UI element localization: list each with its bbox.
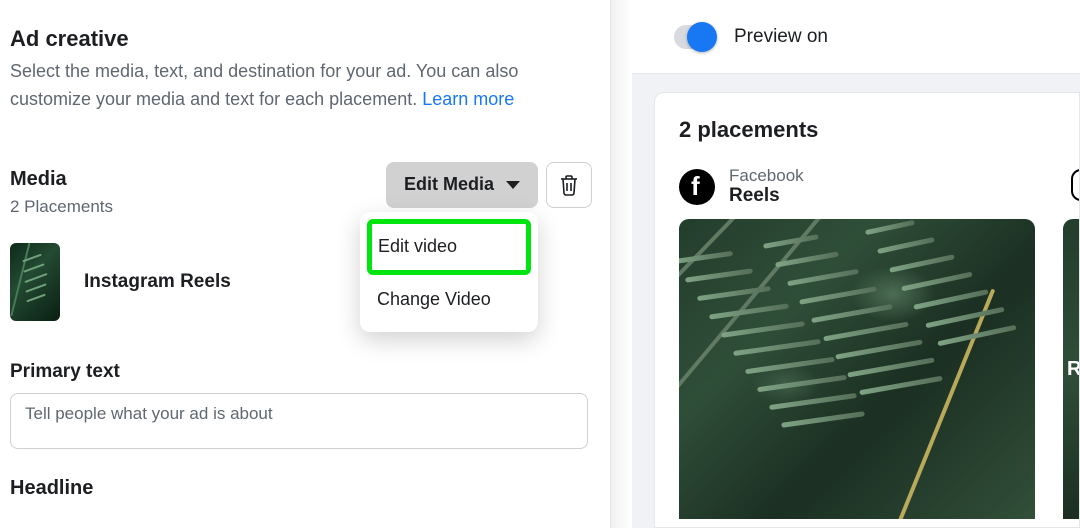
instagram-icon [1071, 169, 1080, 201]
preview-bar: Preview on [632, 0, 1080, 74]
primary-text-section: Primary text Tell people what your ad is… [10, 361, 598, 449]
learn-more-link[interactable]: Learn more [422, 89, 514, 109]
placement-preview-media: R [1063, 219, 1080, 519]
placements-card: 2 placements Facebook Reels [654, 92, 1080, 528]
dropdown-edit-video[interactable]: Edit video [367, 219, 531, 275]
facebook-icon [679, 169, 715, 205]
dropdown-change-video[interactable]: Change Video [367, 275, 531, 325]
ad-creative-panel: Ad creative Select the media, text, and … [0, 0, 608, 528]
preview-panel: Preview on 2 placements Facebook Reels [632, 0, 1080, 528]
media-thumbnail [10, 243, 60, 321]
placement-preview-media [679, 219, 1035, 519]
section-description: Select the media, text, and destination … [10, 58, 598, 114]
edit-media-dropdown: Edit video Change Video [360, 212, 538, 332]
placement-type: Reels [729, 185, 804, 207]
panel-divider [610, 0, 632, 528]
placement-instagram[interactable]: R [1063, 165, 1080, 519]
preview-toggle-label: Preview on [734, 26, 828, 48]
media-section: Media 2 Placements Edit Media Edit video… [10, 168, 598, 321]
toggle-knob [687, 22, 717, 52]
delete-media-button[interactable] [546, 162, 592, 208]
placement-platform: Facebook [729, 167, 804, 186]
placement-head [1063, 165, 1080, 209]
caret-down-icon [506, 181, 520, 189]
placements-title: 2 placements [679, 117, 1079, 143]
primary-text-input[interactable]: Tell people what your ad is about [10, 393, 588, 449]
placement-facebook[interactable]: Facebook Reels [679, 165, 1035, 519]
placement-row: Facebook Reels [679, 165, 1079, 519]
section-title: Ad creative [10, 26, 598, 52]
preview-toggle[interactable] [674, 25, 714, 49]
placement-head: Facebook Reels [679, 165, 1035, 209]
media-item-label: Instagram Reels [84, 271, 231, 293]
media-controls: Edit Media Edit video Change Video [386, 162, 592, 208]
edit-media-button[interactable]: Edit Media [386, 162, 538, 208]
trash-icon [559, 174, 579, 196]
headline-label: Headline [10, 477, 598, 500]
primary-text-label: Primary text [10, 361, 598, 383]
